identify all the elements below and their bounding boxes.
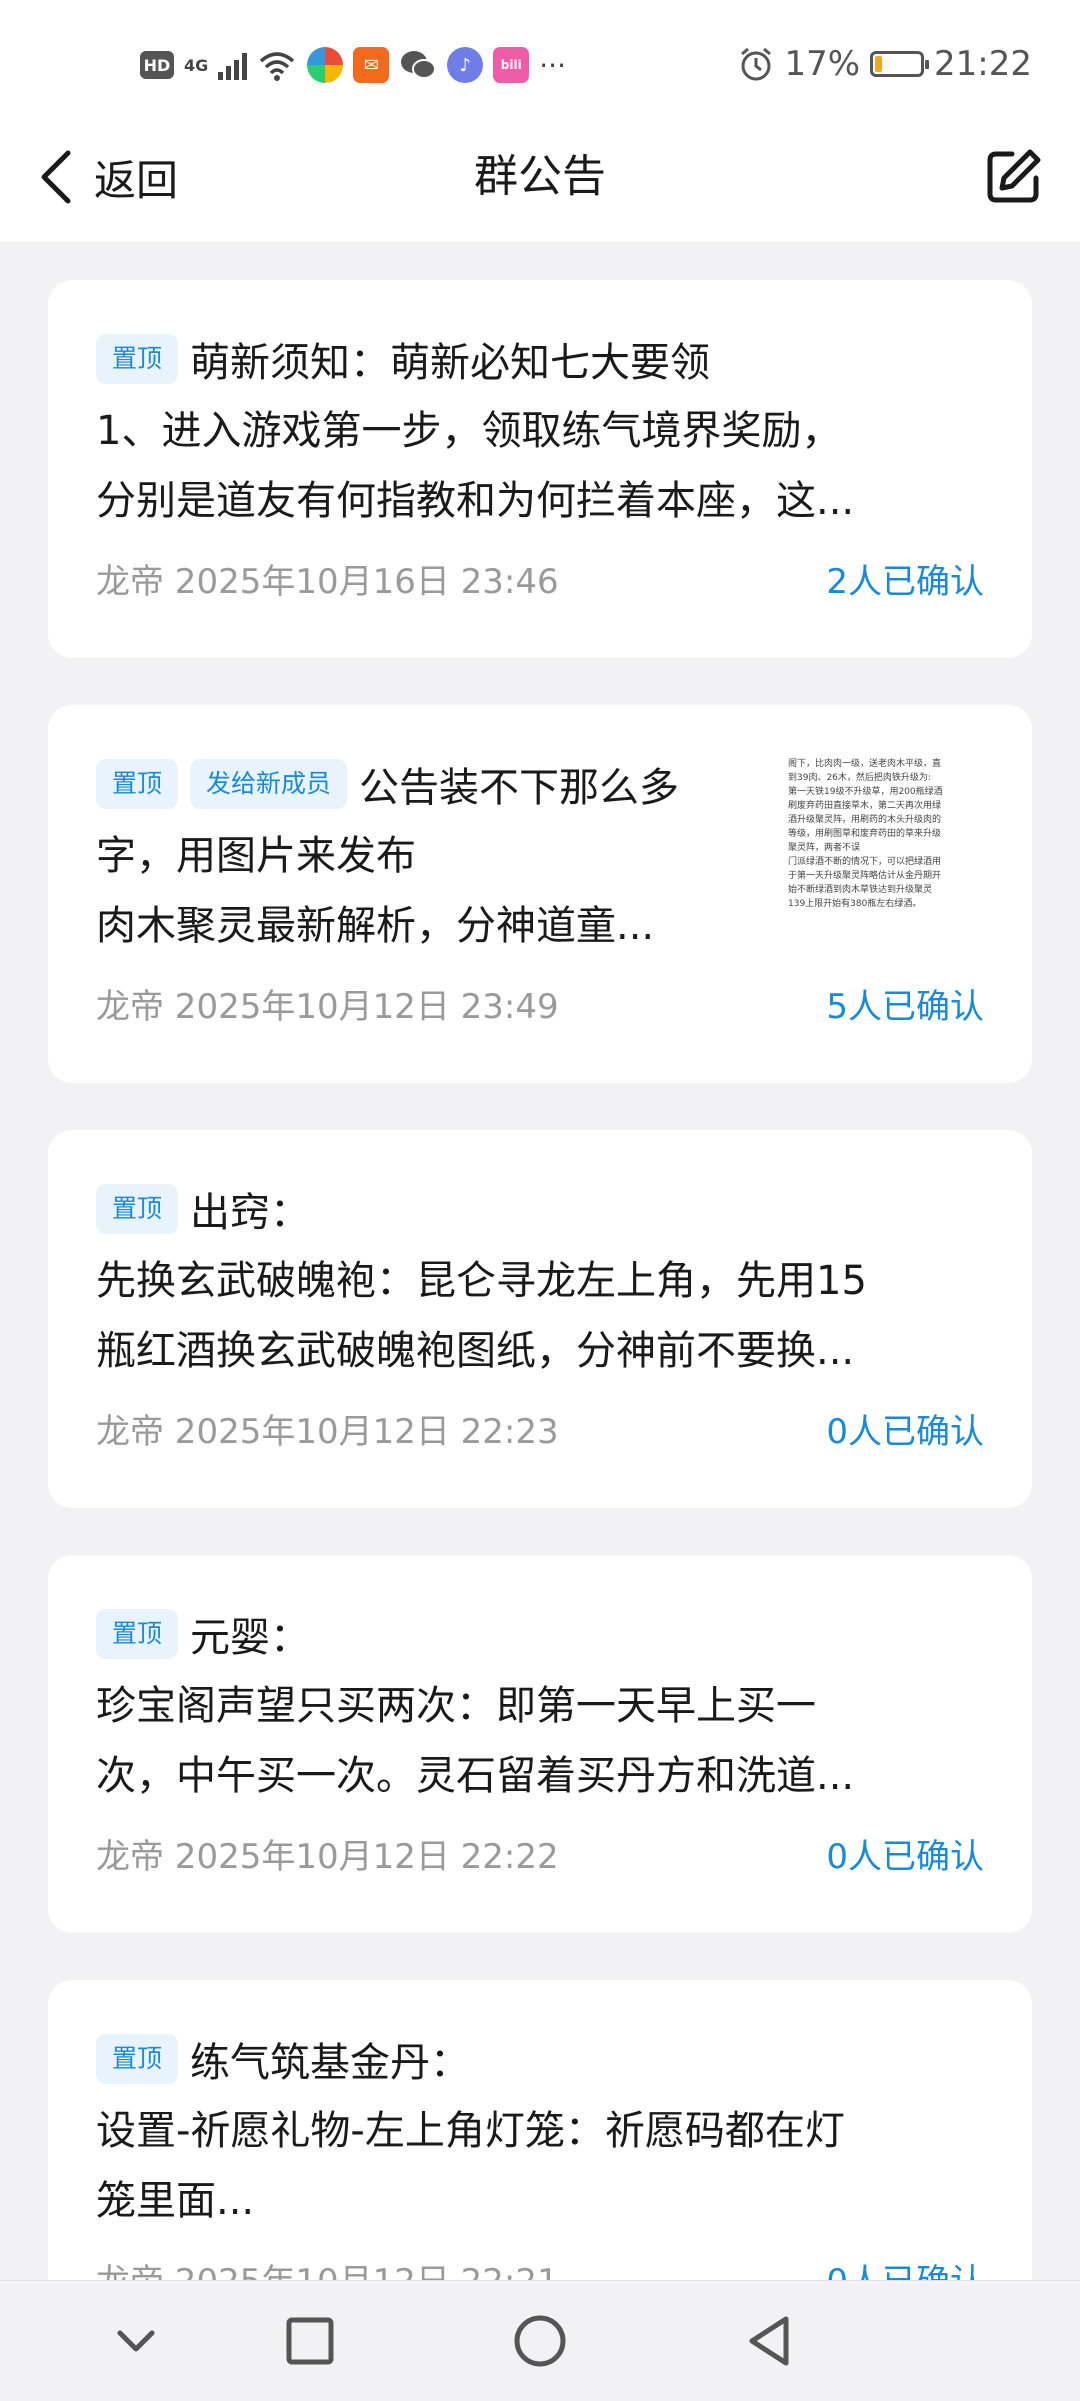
announcement-card[interactable]: 置顶 出窍： 先换玄武破魄袍：昆仑寻龙左上角，先用15 瓶红酒换玄武破魄袍图纸，分… — [48, 1130, 1032, 1508]
announcement-title: 萌新须知：萌新必知七大要领 — [190, 340, 711, 386]
thumbnail-text: 于第一天升级聚灵阵略估计从金丹期开 — [788, 871, 942, 881]
announcement-title-line: 置顶 萌新须知：萌新必知七大要领 — [96, 326, 984, 396]
thumbnail-text: 到39肉、26木，然后把肉铁升级为: — [788, 773, 931, 783]
clock: 21:22 — [934, 44, 1032, 84]
home-icon[interactable] — [510, 2311, 570, 2371]
thumbnail-text: 聚灵阵，两者不误 — [788, 843, 861, 853]
announcement-excerpt: 笼里面... — [96, 2178, 255, 2224]
announcement-meta: 龙帝 2025年10月12日 22:22 0人已确认 — [96, 1831, 984, 1883]
announcement-meta: 龙帝 2025年10月16日 23:46 2人已确认 — [96, 556, 984, 608]
announcement-card[interactable]: 置顶 发给新成员 公告装不下那么多 字，用图片来发布 肉木聚灵最新解析，分神道童..… — [48, 705, 1032, 1083]
announcement-excerpt: 肉木聚灵最新解析，分神道童... — [96, 903, 655, 949]
status-icons-left: HD 4G ✉ ♪ bili ··· — [140, 40, 566, 90]
announcement-meta: 龙帝 2025年10月12日 22:23 0人已确认 — [96, 1406, 984, 1458]
battery-icon — [870, 51, 930, 77]
system-nav-bar — [0, 2280, 1080, 2401]
announcement-excerpt: 珍宝阁声望只买两次：即第一天早上买一 — [96, 1683, 816, 1729]
signal-icon — [218, 50, 248, 80]
edit-icon[interactable] — [982, 146, 1044, 208]
app-colorful-icon — [307, 47, 344, 83]
announcement-title-line: 置顶 练气筑基金丹： — [96, 2026, 984, 2096]
thumbnail-text: 139上限开始有380瓶左右绿酒。 — [788, 899, 922, 909]
author-time: 龙帝 2025年10月12日 23:49 — [96, 987, 559, 1027]
header-bar: 返回 群公告 — [0, 110, 1080, 242]
announcement-title: 元婴： — [190, 1615, 311, 1661]
confirm-count[interactable]: 0人已确认 — [826, 1406, 984, 1458]
thumbnail-text: 酒升级聚灵阵，用刷药的木头升级肉的 — [788, 815, 942, 825]
pinned-tag: 置顶 — [96, 1609, 179, 1659]
pinned-tag: 置顶 — [96, 759, 179, 809]
confirm-count[interactable]: 5人已确认 — [826, 981, 984, 1033]
collapse-chevron-icon[interactable] — [106, 2311, 166, 2371]
confirm-count[interactable]: 0人已确认 — [826, 1831, 984, 1883]
thumbnail-text: 门派绿酒不断的情况下，可以把绿酒用 — [788, 857, 942, 867]
announcement-excerpt: 设置-祈愿礼物-左上角灯笼：祈愿码都在灯 — [96, 2108, 845, 2154]
announcement-title-line: 置顶 出窍： — [96, 1176, 984, 1246]
announcement-excerpt: 先换玄武破魄袍：昆仑寻龙左上角，先用15 — [96, 1258, 867, 1304]
announcement-title-line: 置顶 发给新成员 公告装不下那么多 — [96, 751, 776, 821]
thumbnail-text: 刷废弃药田直接草木，第二天再次用绿 — [788, 801, 942, 811]
announcement-excerpt: 瓶红酒换玄武破魄袍图纸，分神前不要换... — [96, 1328, 855, 1374]
recent-apps-icon[interactable] — [280, 2311, 340, 2371]
confirm-count[interactable]: 2人已确认 — [826, 556, 984, 608]
pinned-tag: 置顶 — [96, 334, 179, 384]
more-notifications: ··· — [539, 48, 566, 82]
music-icon: ♪ — [447, 47, 484, 83]
pinned-tag: 置顶 — [96, 1184, 179, 1234]
announcement-excerpt: 次，中午买一次。灵石留着买丹方和洗道... — [96, 1753, 855, 1799]
app-red-envelope-icon: ✉ — [353, 47, 390, 83]
announcement-excerpt: 分别是道友有何指教和为何拦着本座，这... — [96, 478, 855, 524]
network-type: 4G — [184, 55, 209, 75]
status-icons-right: 17% 21:22 — [738, 38, 1032, 90]
status-bar: HD 4G ✉ ♪ bili ··· 17% 21:22 — [0, 0, 1080, 110]
thumbnail-text: 阁下，比肉肉一级，送老肉木平级，直 — [788, 759, 942, 769]
pinned-tag: 置顶 — [96, 2034, 179, 2084]
thumbnail-text: 第一天铁19级不升级草，用200瓶绿酒 — [788, 787, 943, 797]
announcement-title-cont: 字，用图片来发布 — [96, 833, 416, 879]
announcement-excerpt: 1、进入游戏第一步，领取练气境界奖励， — [96, 408, 842, 454]
page-title: 群公告 — [474, 151, 606, 202]
announcement-title: 公告装不下那么多 — [359, 765, 680, 811]
announcement-title-line: 置顶 元婴： — [96, 1601, 984, 1671]
new-member-tag: 发给新成员 — [190, 759, 348, 809]
announcement-card[interactable]: 置顶 元婴： 珍宝阁声望只买两次：即第一天早上买一 次，中午买一次。灵石留着买丹方… — [48, 1555, 1032, 1933]
announcement-title: 出窍： — [190, 1190, 311, 1236]
hd-icon: HD — [140, 51, 174, 79]
author-time: 龙帝 2025年10月16日 23:46 — [96, 562, 559, 602]
bilibili-icon: bili — [493, 47, 530, 83]
announcement-meta: 龙帝 2025年10月12日 23:49 5人已确认 — [96, 981, 984, 1033]
announcement-title: 练气筑基金丹： — [190, 2040, 471, 2086]
wifi-icon — [260, 52, 295, 81]
author-time: 龙帝 2025年10月12日 22:23 — [96, 1412, 559, 1452]
alarm-icon — [741, 47, 772, 81]
battery-percent: 17% — [784, 44, 861, 84]
announcement-card[interactable]: 置顶 萌新须知：萌新必知七大要领 1、进入游戏第一步，领取练气境界奖励， 分别是道… — [48, 280, 1032, 658]
back-triangle-icon[interactable] — [740, 2311, 800, 2371]
author-time: 龙帝 2025年10月12日 22:22 — [96, 1837, 559, 1877]
wechat-icon — [401, 51, 437, 79]
thumbnail-text: 始不断绿酒到肉木草铁达到升级聚灵 — [788, 885, 933, 895]
announcement-image-thumbnail[interactable]: 阁下，比肉肉一级，送老肉木平级，直 到39肉、26木，然后把肉铁升级为: 第一天… — [788, 755, 984, 953]
thumbnail-text: 等级，用刷图草和废弃药田的草来升级 — [788, 829, 942, 839]
